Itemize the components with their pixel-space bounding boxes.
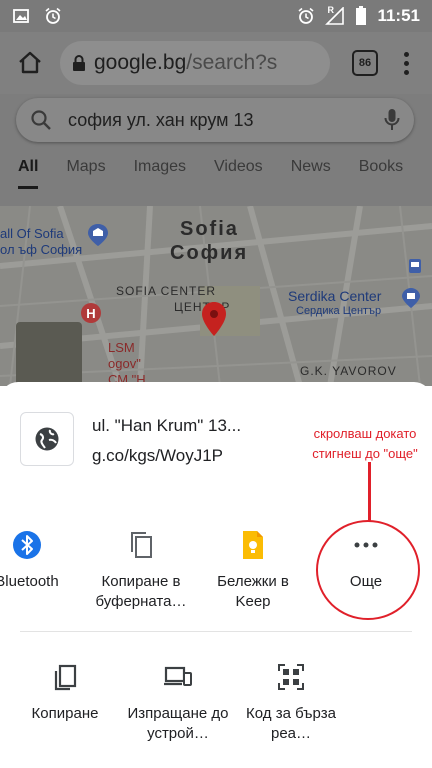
search-tabs: All Maps Images Videos News Books [18, 158, 403, 189]
tab-videos[interactable]: Videos [214, 158, 263, 189]
share-app-bluetooth[interactable]: Bluetooth [0, 528, 82, 592]
map-preview[interactable]: Sofia София SOFIA CENTER ЦЕНТЪР all Of S… [0, 206, 432, 386]
search-area: софия ул. хан крум 13 All Maps Images Vi… [0, 94, 432, 206]
copy-icon [131, 532, 152, 558]
status-bar: R 11:51 [0, 0, 432, 32]
annotation-arrow-line [368, 462, 371, 522]
svg-text:H: H [86, 306, 95, 321]
search-box[interactable]: софия ул. хан крум 13 [16, 98, 414, 142]
action-label: Изпращане до устрой… [127, 705, 229, 742]
share-app-label: Копиране в буферната… [95, 573, 187, 610]
annotation-line: скролваш докато [313, 426, 417, 441]
menu-button[interactable] [396, 51, 416, 75]
home-icon [19, 51, 41, 74]
bus-stop-icon [409, 259, 421, 273]
url-bar[interactable]: google.bg/search?s [60, 41, 330, 85]
qr-code-icon [278, 664, 304, 690]
tab-images[interactable]: Images [134, 158, 186, 189]
bluetooth-icon [13, 531, 41, 559]
copy-icon [54, 664, 77, 691]
link-title: ul. "Han Krum" 13... [92, 416, 242, 435]
send-to-device-icon [164, 666, 192, 686]
map-label-yavorov: G.K. YAVOROV [300, 364, 397, 378]
battery-icon [356, 6, 367, 25]
clock: 11:51 [377, 6, 420, 25]
action-send-to-device[interactable]: Изпращане до устрой… [123, 660, 233, 744]
signal-icon: R [325, 5, 345, 25]
url-path: /search?s [186, 51, 278, 74]
map-label-ogov: ogov" [108, 356, 141, 371]
tab-books[interactable]: Books [359, 158, 403, 189]
annotation-text: скролваш докато стигнеш до "още" [302, 424, 428, 464]
tab-news[interactable]: News [291, 158, 331, 189]
share-app-label: Bluetooth [0, 573, 59, 590]
action-qr-code[interactable]: Код за бърза реа… [236, 660, 346, 744]
image-icon [13, 9, 29, 23]
share-app-label: Бележки в Keep [217, 573, 289, 610]
tab-maps[interactable]: Maps [66, 158, 105, 189]
search-icon [31, 110, 51, 130]
map-label-center: SOFIA CENTER [116, 284, 217, 298]
map-label-sofia-bg: София [170, 242, 249, 264]
shopping-icon [402, 288, 420, 308]
share-app-keep[interactable]: Бележки в Keep [198, 528, 308, 612]
action-label: Код за бърза реа… [246, 705, 336, 742]
more-vert-icon [403, 51, 409, 57]
share-actions-row: Копиране Изпращане до устрой… Код за бър… [0, 660, 432, 760]
action-copy[interactable]: Копиране [10, 660, 120, 724]
place-photo[interactable] [16, 322, 82, 386]
tab-count: 86 [358, 57, 372, 69]
map-label-sofia: Sofia [180, 218, 239, 240]
map-pin-icon [202, 302, 226, 336]
url-host: google.bg [94, 51, 187, 74]
action-label: Копиране [31, 705, 99, 722]
keep-icon [243, 531, 263, 559]
tab-switcher-button[interactable]: 86 [352, 50, 378, 76]
network-label: R [327, 5, 334, 15]
shared-link-preview: ul. "Han Krum" 13... g.co/kgs/WoyJ1P [20, 412, 241, 466]
alarm-icon [298, 7, 314, 24]
map-label-hall-bg: ол ъф София [0, 242, 83, 257]
share-app-clipboard[interactable]: Копиране в буферната… [86, 528, 196, 612]
link-url: g.co/kgs/WoyJ1P [92, 446, 224, 465]
search-query: софия ул. хан крум 13 [68, 109, 254, 130]
divider [20, 631, 412, 632]
tab-all[interactable]: All [18, 158, 39, 189]
browser-toolbar: google.bg/search?s 86 [0, 32, 432, 94]
museum-icon [88, 224, 108, 246]
lock-icon [73, 55, 85, 71]
map-label-serdika-bg: Сердика Център [296, 305, 382, 317]
globe-icon [35, 427, 59, 451]
map-label-serdika: Serdika Center [288, 288, 382, 304]
map-label-hall: all Of Sofia [0, 226, 64, 241]
link-thumbnail [20, 412, 74, 466]
mic-icon[interactable] [384, 108, 400, 132]
annotation-circle [316, 520, 420, 620]
hospital-icon: H [81, 303, 101, 323]
map-label-lsm: LSM [108, 340, 135, 355]
alarm-icon [45, 7, 61, 24]
home-button[interactable] [10, 43, 50, 83]
annotation-line: стигнеш до "още" [312, 446, 418, 461]
